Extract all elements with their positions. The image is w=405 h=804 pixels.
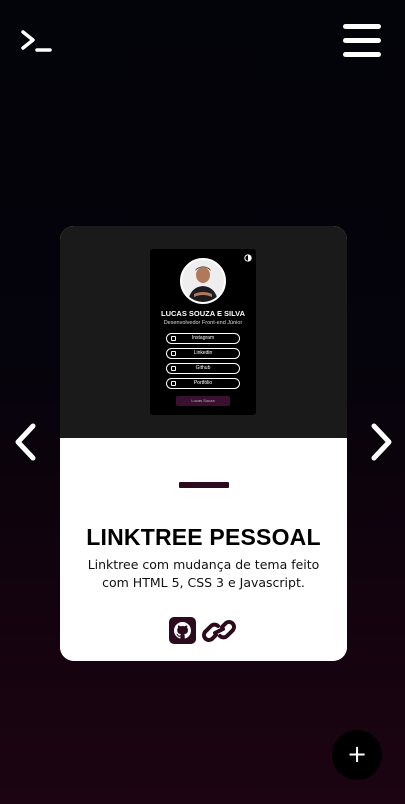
hamburger-menu-icon[interactable] bbox=[343, 24, 381, 58]
project-title: LINKTREE PESSOAL bbox=[86, 524, 321, 550]
project-preview[interactable]: LUCAS SOUZA E SILVA Desenvolvedor Front-… bbox=[60, 226, 347, 438]
top-bar bbox=[0, 0, 405, 80]
preview-footer: Lucas Souza bbox=[176, 396, 230, 406]
terminal-prompt-icon[interactable] bbox=[20, 28, 54, 54]
preview-role: Desenvolvedor Front-end Júnior bbox=[163, 320, 243, 326]
chevron-right-icon[interactable] bbox=[367, 420, 395, 464]
github-icon[interactable] bbox=[169, 617, 196, 644]
preview-link: Linkedin bbox=[166, 348, 240, 359]
project-card: LUCAS SOUZA E SILVA Desenvolvedor Front-… bbox=[60, 226, 347, 661]
preview-link: Github bbox=[166, 363, 240, 374]
preview-link: Instagram bbox=[166, 333, 240, 344]
avatar bbox=[180, 258, 226, 304]
preview-link: Portfólio bbox=[166, 378, 240, 389]
chevron-left-icon[interactable] bbox=[12, 420, 40, 464]
theme-toggle-icon bbox=[244, 254, 252, 262]
add-button[interactable]: + bbox=[332, 730, 382, 780]
project-description: Linktree com mudança de tema feito com H… bbox=[87, 557, 320, 590]
preview-name: LUCAS SOUZA E SILVA bbox=[160, 309, 246, 318]
accent-divider bbox=[179, 482, 229, 488]
preview-screenshot: LUCAS SOUZA E SILVA Desenvolvedor Front-… bbox=[150, 249, 256, 415]
link-icon[interactable] bbox=[201, 616, 237, 646]
